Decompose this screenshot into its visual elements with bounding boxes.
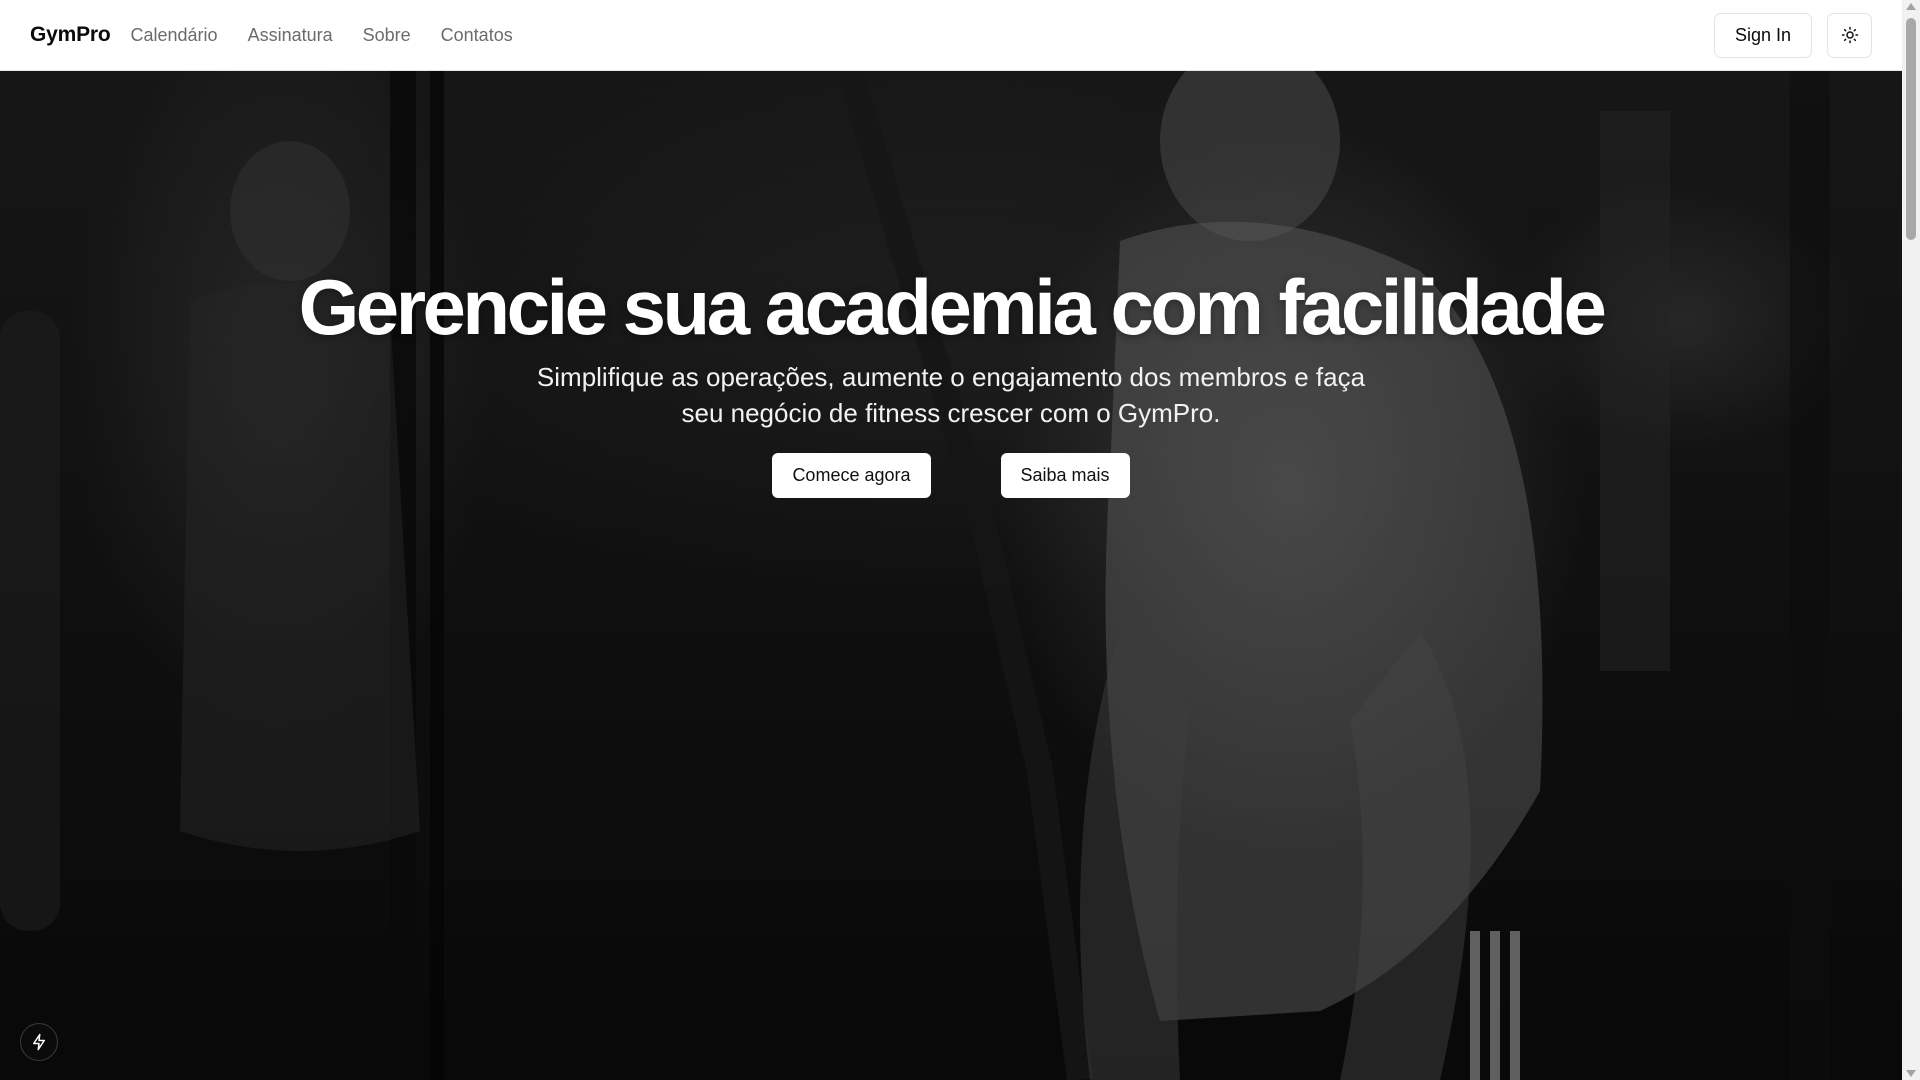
nav-link-contatos[interactable]: Contatos (441, 25, 513, 46)
page-scrollbar[interactable] (1902, 0, 1920, 1080)
nav-link-sobre[interactable]: Sobre (363, 25, 411, 46)
sun-icon (1841, 26, 1858, 44)
get-started-button[interactable]: Comece agora (772, 452, 931, 498)
lightning-icon (33, 1033, 45, 1051)
header-actions: Sign In (1713, 12, 1872, 58)
main-nav: Calendário Assinatura Sobre Contatos (131, 25, 543, 46)
brand-logo[interactable]: GymPro (30, 23, 111, 47)
nav-link-assinatura[interactable]: Assinatura (248, 25, 333, 46)
scroll-up-arrow-icon[interactable] (1906, 3, 1916, 10)
hero-content: Gerencie sua academia com facilidade Sim… (0, 71, 1902, 498)
scroll-down-arrow-icon[interactable] (1906, 1070, 1916, 1077)
dev-tools-badge[interactable] (20, 1023, 58, 1061)
hero-subtitle: Simplifique as operações, aumente o enga… (536, 361, 1366, 428)
hero-title: Gerencie sua academia com facilidade (298, 263, 1607, 351)
top-navbar: GymPro Calendário Assinatura Sobre Conta… (0, 0, 1902, 71)
hero-actions: Comece agora Saiba mais (772, 452, 1130, 498)
hero-section: Gerencie sua academia com facilidade Sim… (0, 71, 1902, 1080)
learn-more-button[interactable]: Saiba mais (1000, 452, 1130, 498)
scroll-thumb[interactable] (1906, 18, 1916, 240)
sign-in-button[interactable]: Sign In (1713, 12, 1812, 58)
theme-toggle-button[interactable] (1827, 12, 1872, 58)
nav-link-calendario[interactable]: Calendário (131, 25, 218, 46)
